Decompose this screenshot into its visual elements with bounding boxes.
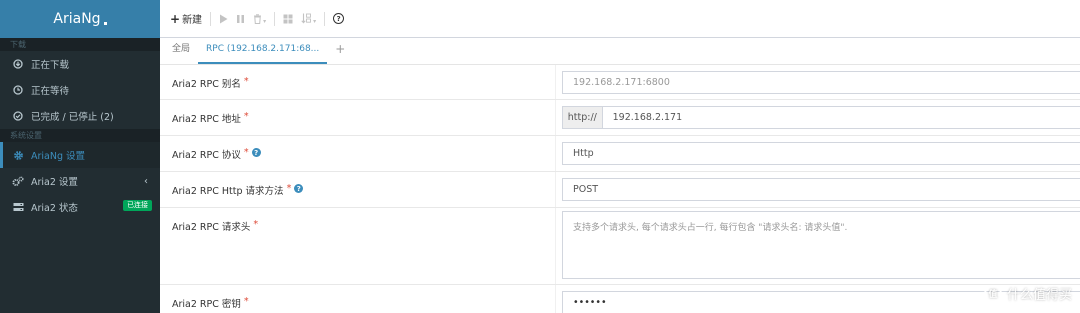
gears-icon [12,176,24,187]
rpc-address-input[interactable]: 192.168.2.171 [602,106,1080,129]
start-button[interactable] [219,14,228,24]
required-marker: * [243,147,249,158]
setting-label-text: Aria2 RPC 协议 [172,150,241,161]
setting-row-request-headers: Aria2 RPC 请求头 * 支持多个请求头, 每个请求头占一行, 每行包含 … [160,208,1080,285]
required-marker: * [253,219,259,230]
setting-label: Aria2 RPC 密钥 * [160,285,556,313]
help-button[interactable]: ? [333,13,345,24]
setting-label: Aria2 RPC 协议 * ? [160,136,556,171]
rpc-address-group: http:// 192.168.2.171 [562,106,1080,129]
dropdown-caret-icon: ▾ [313,18,317,25]
protocol-addon: http:// [562,106,603,129]
watermark: 值 什么值得买 [983,284,1072,303]
gear-icon [12,150,24,161]
dropdown-caret-icon: ▾ [263,18,267,25]
sidebar: AriaNg 下载 正在下载 正在等待 已完成 / 已停止 (2) 系统设置 A… [0,0,160,313]
watermark-logo: 值 [983,284,1002,303]
sidebar-item-aria2-settings[interactable]: Aria2 设置 ‹ [0,168,160,194]
sidebar-item-downloading[interactable]: 正在下载 [0,51,160,77]
grid-icon [283,14,293,23]
sidebar-item-label: Aria2 设置 [31,177,78,188]
sidebar-section-settings: 系统设置 [0,129,160,142]
add-rpc-tab-button[interactable]: + [327,37,353,64]
setting-field: http:// 192.168.2.171 [556,100,1080,135]
download-circle-icon [12,59,24,69]
sidebar-item-stopped[interactable]: 已完成 / 已停止 (2) [0,103,160,129]
sidebar-item-aria2-status[interactable]: Aria2 状态 已连接 [0,194,160,220]
trash-icon [254,13,262,24]
setting-row-rpc-alias: Aria2 RPC 别名 * 192.168.2.171:6800 [160,65,1080,100]
setting-label: Aria2 RPC 别名 * [160,65,556,99]
tab-rpc[interactable]: RPC (192.168.2.171:68... [198,37,328,64]
sort-button[interactable]: ▾ [301,12,316,25]
toolbar-divider [210,11,212,26]
app-title: AriaNg [53,11,101,27]
plus-icon: + [170,11,181,26]
setting-row-rpc-protocol: Aria2 RPC 协议 * ? Http [160,136,1080,172]
help-icon[interactable]: ? [251,148,261,157]
setting-label-text: Aria2 RPC 别名 [172,79,241,90]
setting-label-text: Aria2 RPC 请求头 [172,222,251,233]
pause-icon [237,14,245,23]
http-method-select[interactable]: POST [562,178,1080,201]
required-marker: * [243,296,249,307]
clock-icon [12,85,24,95]
question-circle-icon: ? [333,13,345,24]
toolbar-divider [274,11,276,26]
setting-label: Aria2 RPC 地址 * [160,100,556,135]
setting-label-text: Aria2 RPC Http 请求方法 [172,186,284,197]
app-logo[interactable]: AriaNg [0,0,160,38]
display-mode-button[interactable] [283,14,293,24]
tab-global[interactable]: 全局 [164,37,198,64]
setting-field: 192.168.2.171:6800 [556,65,1080,99]
toolbar-divider [324,11,326,26]
setting-label-text: Aria2 RPC 地址 [172,114,241,125]
required-marker: * [286,183,292,194]
setting-row-http-method: Aria2 RPC Http 请求方法 * ? POST [160,172,1080,208]
watermark-text: 什么值得买 [1006,288,1072,303]
rpc-protocol-select[interactable]: Http [562,142,1080,165]
sidebar-item-label: AriaNg 设置 [31,151,86,162]
chevron-left-icon: ‹ [144,175,148,187]
help-icon[interactable]: ? [294,184,304,193]
logo-dot [103,22,107,25]
new-task-label: 新建 [182,15,203,26]
setting-field: 支持多个请求头, 每个请求头占一行, 每行包含 "请求头名: 请求头值". [556,208,1080,284]
check-circle-icon [12,111,24,121]
play-icon [220,14,228,23]
setting-field: Http [556,136,1080,171]
server-icon [12,202,24,212]
required-marker: * [243,76,249,87]
sidebar-item-label: Aria2 状态 [31,203,78,214]
setting-label-text: Aria2 RPC 密钥 [172,299,241,310]
delete-button[interactable]: ▾ [253,12,266,25]
setting-label: Aria2 RPC Http 请求方法 * ? [160,172,556,207]
setting-row-rpc-address: Aria2 RPC 地址 * http:// 192.168.2.171 [160,100,1080,136]
settings-tabs: 全局 RPC (192.168.2.171:68... + [160,38,1080,65]
status-badge: 已连接 [123,200,152,211]
sidebar-item-label: 已完成 / 已停止 (2) [31,112,114,123]
plus-icon: + [335,42,346,56]
required-marker: * [243,111,249,122]
new-task-button[interactable]: + 新建 [170,11,203,27]
pause-button[interactable] [236,14,245,24]
sidebar-item-label: 正在下载 [31,60,70,71]
setting-label: Aria2 RPC 请求头 * [160,208,556,284]
sidebar-item-ariang-settings[interactable]: AriaNg 设置 [0,142,160,168]
request-headers-textarea[interactable]: 支持多个请求头, 每个请求头占一行, 每行包含 "请求头名: 请求头值". [562,211,1080,279]
toolbar: + 新建 ▾ ▾ ? [160,0,1080,38]
rpc-alias-input[interactable]: 192.168.2.171:6800 [562,71,1080,94]
sidebar-item-waiting[interactable]: 正在等待 [0,77,160,103]
setting-row-rpc-secret: Aria2 RPC 密钥 * •••••• [160,285,1080,313]
sort-icon [301,13,312,24]
sidebar-item-label: 正在等待 [31,86,70,97]
setting-field: POST [556,172,1080,207]
sidebar-section-download: 下载 [0,38,160,51]
rpc-settings-form: Aria2 RPC 别名 * 192.168.2.171:6800 Aria2 … [160,65,1080,313]
